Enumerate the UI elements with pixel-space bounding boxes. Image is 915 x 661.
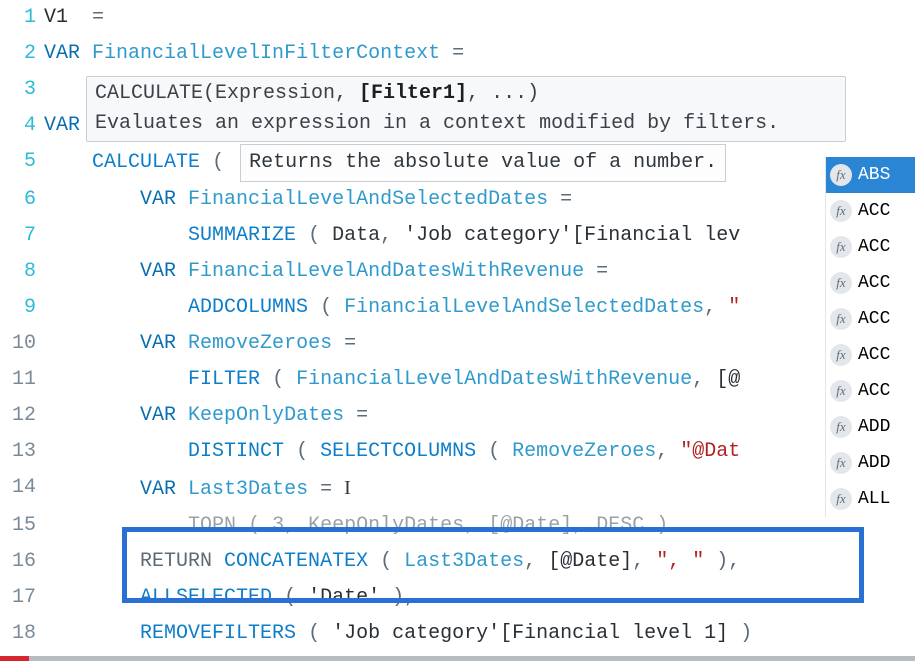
function-icon: fx [830,272,852,294]
code-content[interactable]: VAR FinancialLevelAndSelectedDates = [44,182,915,218]
code-line[interactable]: 14 VAR Last3Dates =I [0,470,915,508]
code-content[interactable]: VAR FinancialLevelInFilterContext = [44,36,915,72]
code-content[interactable]: V1 = [44,0,915,36]
code-line[interactable]: 1 V1 = [0,0,915,36]
line-number: 9 [0,290,44,326]
code-line[interactable]: 2 VAR FinancialLevelInFilterContext = [0,36,915,72]
intellisense-item[interactable]: fxACC [826,337,915,373]
intellisense-item[interactable]: fxALL [826,481,915,517]
signature-tooltip-inline: Returns the absolute value of a number. [240,144,726,182]
function-icon: fx [830,308,852,330]
function-icon: fx [830,416,852,438]
line-number: 13 [0,434,44,470]
line-number: 12 [0,398,44,434]
code-content[interactable]: RETURN CONCATENATEX ( Last3Dates, [@Date… [44,544,915,580]
function-icon: fx [830,488,852,510]
code-content[interactable]: VAR KeepOnlyDates = [44,398,915,434]
code-content[interactable]: ADDCOLUMNS ( FinancialLevelAndSelectedDa… [44,290,915,326]
code-content[interactable]: REMOVEFILTERS ( 'Job category'[Financial… [44,616,915,652]
code-line[interactable]: 6 VAR FinancialLevelAndSelectedDates = [0,182,915,218]
code-content[interactable]: VAR RemoveZeroes = [44,326,915,362]
line-number: 7 [0,218,44,254]
intellisense-item[interactable]: fxABS [826,157,915,193]
code-line[interactable]: 7 SUMMARIZE ( Data, 'Job category'[Finan… [0,218,915,254]
line-number: 16 [0,544,44,580]
function-icon: fx [830,236,852,258]
function-icon: fx [830,164,852,186]
code-line[interactable]: 10 VAR RemoveZeroes = [0,326,915,362]
code-line[interactable]: 5 CALCULATE ( Returns the absolute value… [0,144,915,182]
text-cursor-icon: I [344,470,351,506]
function-icon: fx [830,380,852,402]
line-number: 17 [0,580,44,616]
code-line[interactable]: 15 TOPN ( 3, KeepOnlyDates, [@Date], DES… [0,508,915,544]
code-line[interactable]: 18 REMOVEFILTERS ( 'Job category'[Financ… [0,616,915,652]
code-line[interactable]: 11 FILTER ( FinancialLevelAndDatesWithRe… [0,362,915,398]
line-number: 14 [0,470,44,506]
function-icon: fx [830,200,852,222]
function-icon: fx [830,344,852,366]
intellisense-item[interactable]: fxACC [826,265,915,301]
code-line[interactable]: 17 ALLSELECTED ( 'Date' ), [0,580,915,616]
intellisense-item[interactable]: fxADD [826,445,915,481]
code-content[interactable]: VAR Last3Dates =I [44,470,915,508]
code-content[interactable]: TOPN ( 3, KeepOnlyDates, [@Date], DESC ) [44,508,915,544]
code-content[interactable]: ALLSELECTED ( 'Date' ), [44,580,915,616]
line-number: 10 [0,326,44,362]
signature-tooltip: CALCULATE(Expression, [Filter1], ...) Ev… [86,76,846,142]
code-content[interactable]: VAR FinancialLevelAndDatesWithRevenue = [44,254,915,290]
intellisense-item[interactable]: fxADD [826,409,915,445]
code-content[interactable]: CALCULATE ( Returns the absolute value o… [44,144,915,182]
code-content[interactable]: SUMMARIZE ( Data, 'Job category'[Financi… [44,218,915,254]
function-icon: fx [830,452,852,474]
line-number: 5 [0,144,44,180]
code-line[interactable]: 8 VAR FinancialLevelAndDatesWithRevenue … [0,254,915,290]
line-number: 8 [0,254,44,290]
intellisense-item[interactable]: fxACC [826,229,915,265]
code-line[interactable]: 16 RETURN CONCATENATEX ( Last3Dates, [@D… [0,544,915,580]
line-number: 6 [0,182,44,218]
intellisense-item[interactable]: fxACC [826,193,915,229]
intellisense-popup[interactable]: fxABS fxACC fxACC fxACC fxACC fxACC fxAC… [825,157,915,517]
video-progress-bar[interactable] [0,656,915,661]
line-number: 4 [0,108,44,144]
line-number: 11 [0,362,44,398]
line-number: 15 [0,508,44,544]
code-line[interactable]: 9 ADDCOLUMNS ( FinancialLevelAndSelected… [0,290,915,326]
line-number: 2 [0,36,44,72]
line-number: 3 [0,72,44,108]
code-content[interactable]: FILTER ( FinancialLevelAndDatesWithReven… [44,362,915,398]
line-number: 18 [0,616,44,652]
line-number: 1 [0,0,44,36]
code-content[interactable]: DISTINCT ( SELECTCOLUMNS ( RemoveZeroes,… [44,434,915,470]
code-line[interactable]: 12 VAR KeepOnlyDates = [0,398,915,434]
intellisense-item[interactable]: fxACC [826,301,915,337]
code-line[interactable]: 13 DISTINCT ( SELECTCOLUMNS ( RemoveZero… [0,434,915,470]
video-progress-fill [0,656,29,661]
intellisense-item[interactable]: fxACC [826,373,915,409]
